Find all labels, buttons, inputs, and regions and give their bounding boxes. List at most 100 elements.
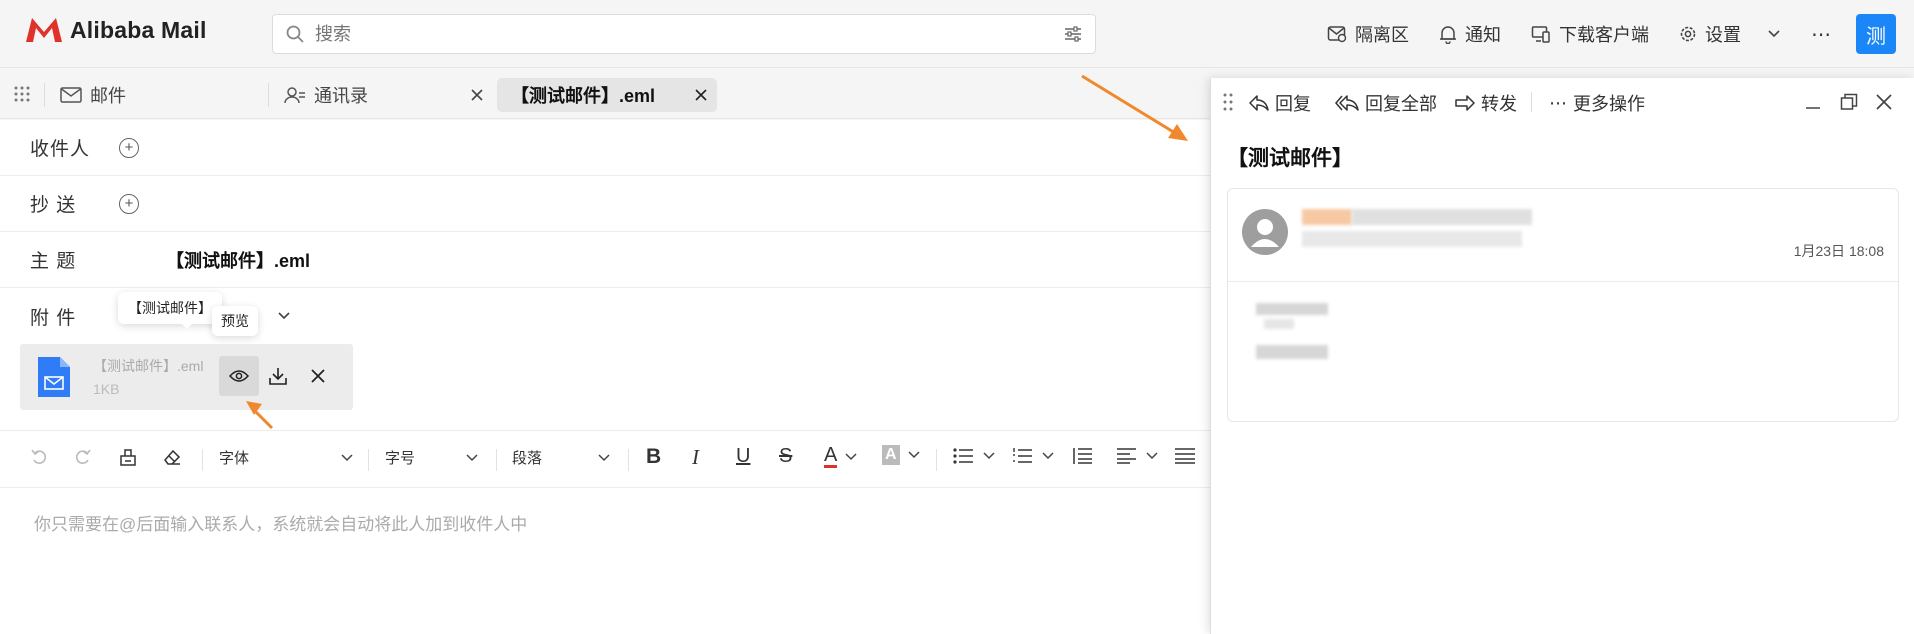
logo[interactable]: Alibaba Mail bbox=[24, 16, 207, 44]
settings-label: 设置 bbox=[1705, 25, 1741, 45]
blurred-sender-name bbox=[1352, 209, 1532, 225]
mail-subject: 【测试邮件】 bbox=[1227, 147, 1353, 170]
tab-active-eml[interactable]: 【测试邮件】.eml bbox=[497, 78, 717, 112]
remove-attachment-icon[interactable] bbox=[310, 368, 326, 384]
toolbar-divider bbox=[936, 449, 937, 471]
card-divider bbox=[1228, 281, 1898, 282]
toolbar-divider bbox=[368, 449, 369, 471]
attachment-card[interactable]: 【测试邮件】.eml 1KB bbox=[20, 344, 353, 410]
download-icon[interactable] bbox=[268, 366, 288, 386]
mail-preview-panel: 回复 回复全部 转发 ⋯ 更多操作 【测试邮件】 1月23日 18:08 bbox=[1210, 78, 1914, 634]
tab-divider bbox=[268, 83, 269, 107]
quarantine-button[interactable]: 隔离区 bbox=[1327, 21, 1409, 47]
add-recipient-icon[interactable]: + bbox=[119, 137, 139, 158]
font-color-label: A bbox=[824, 444, 838, 468]
cc-field[interactable]: 抄 送 + bbox=[0, 176, 1210, 232]
chevron-down-icon bbox=[983, 452, 995, 460]
reply-button[interactable]: 回复 bbox=[1249, 90, 1311, 116]
align-button[interactable] bbox=[1116, 447, 1158, 465]
numbered-list-button[interactable] bbox=[1012, 447, 1054, 465]
panel-divider bbox=[1531, 92, 1532, 112]
top-actions: 隔离区 通知 下载客户端 设置 ⋯ 测 bbox=[1297, 14, 1896, 54]
forward-label: 转发 bbox=[1481, 94, 1517, 114]
subject-value[interactable]: 【测试邮件】.eml bbox=[166, 247, 310, 273]
drag-handle-icon[interactable] bbox=[1223, 93, 1233, 111]
numbered-list-icon bbox=[1013, 448, 1032, 463]
strikethrough-button[interactable]: S bbox=[779, 445, 792, 468]
alibaba-mail-logo-icon bbox=[26, 18, 62, 42]
blurred-sender-name bbox=[1302, 209, 1352, 225]
forward-button[interactable]: 转发 bbox=[1455, 90, 1517, 116]
notification-button[interactable]: 通知 bbox=[1439, 21, 1501, 47]
to-field[interactable]: 收件人 + bbox=[0, 120, 1210, 176]
search-input[interactable] bbox=[315, 23, 1063, 45]
notification-label: 通知 bbox=[1465, 25, 1501, 45]
italic-button[interactable]: I bbox=[692, 445, 699, 470]
download-client-label: 下载客户端 bbox=[1559, 25, 1649, 45]
contacts-icon bbox=[284, 87, 305, 104]
close-icon[interactable] bbox=[471, 89, 483, 101]
tab-mail-label: 邮件 bbox=[90, 86, 126, 106]
apps-grid-icon[interactable] bbox=[14, 86, 30, 102]
tab-contacts-label: 通讯录 bbox=[314, 86, 368, 106]
background-color-label: A bbox=[882, 445, 900, 465]
blurred-body-line bbox=[1256, 303, 1328, 315]
underline-button[interactable]: U bbox=[736, 445, 750, 468]
font-select[interactable]: 字体 bbox=[219, 447, 353, 468]
chevron-down-icon[interactable] bbox=[1767, 29, 1781, 39]
more-dots-icon: ⋯ bbox=[1811, 23, 1832, 46]
reply-icon bbox=[1249, 95, 1269, 111]
sender-avatar-icon[interactable] bbox=[1242, 209, 1288, 255]
chevron-down-icon[interactable] bbox=[277, 311, 291, 321]
preview-tooltip: 预览 bbox=[212, 306, 258, 336]
font-color-button[interactable]: A bbox=[824, 445, 857, 468]
bullet-list-button[interactable] bbox=[953, 447, 995, 465]
reply-label: 回复 bbox=[1275, 94, 1311, 114]
chevron-down-icon bbox=[845, 452, 857, 460]
chevron-down-icon bbox=[598, 453, 610, 461]
blurred-sender-address bbox=[1302, 231, 1522, 247]
search-box[interactable] bbox=[272, 14, 1096, 54]
reply-all-button[interactable]: 回复全部 bbox=[1335, 90, 1437, 116]
bullet-list-icon bbox=[953, 448, 973, 464]
settings-button[interactable]: 设置 bbox=[1679, 21, 1781, 47]
line-height-icon[interactable] bbox=[1072, 447, 1094, 465]
tab-contacts[interactable]: 通讯录 bbox=[284, 78, 368, 112]
devices-icon bbox=[1531, 26, 1550, 43]
background-color-button[interactable]: A bbox=[882, 445, 920, 465]
tab-divider bbox=[44, 83, 45, 107]
download-client-button[interactable]: 下载客户端 bbox=[1531, 21, 1649, 47]
filter-sliders-icon[interactable] bbox=[1063, 25, 1083, 43]
font-select-label: 字体 bbox=[219, 450, 250, 467]
toolbar-divider bbox=[628, 449, 629, 471]
subject-field[interactable]: 主 题 【测试邮件】.eml bbox=[0, 232, 1210, 288]
redo-icon[interactable] bbox=[74, 447, 92, 465]
tab-mail[interactable]: 邮件 bbox=[60, 78, 126, 112]
bell-icon bbox=[1440, 26, 1456, 44]
user-avatar[interactable]: 测 bbox=[1856, 14, 1896, 54]
body-editor-placeholder[interactable]: 你只需要在@后面输入联系人，系统就会自动将此人加到收件人中 bbox=[34, 510, 527, 535]
preview-button[interactable] bbox=[219, 356, 259, 396]
format-painter-icon[interactable] bbox=[118, 447, 138, 467]
quarantine-label: 隔离区 bbox=[1355, 25, 1409, 45]
chevron-down-icon bbox=[1146, 452, 1158, 460]
blurred-body-line bbox=[1256, 345, 1328, 359]
minimize-icon[interactable] bbox=[1805, 94, 1821, 110]
restore-window-icon[interactable] bbox=[1840, 93, 1858, 111]
add-cc-icon[interactable]: + bbox=[119, 193, 139, 214]
undo-icon[interactable] bbox=[30, 447, 48, 465]
eml-file-icon bbox=[38, 357, 70, 397]
close-icon[interactable] bbox=[695, 89, 707, 101]
more-button[interactable]: ⋯ bbox=[1811, 22, 1832, 47]
to-label: 收件人 bbox=[30, 139, 91, 160]
eraser-icon[interactable] bbox=[162, 447, 182, 467]
attachment-size: 1KB bbox=[93, 381, 120, 397]
eye-icon bbox=[229, 370, 249, 382]
more-actions-button[interactable]: ⋯ 更多操作 bbox=[1549, 90, 1645, 116]
paragraph-select[interactable]: 段落 bbox=[512, 447, 610, 468]
bold-button[interactable]: B bbox=[646, 445, 661, 469]
size-select[interactable]: 字号 bbox=[385, 447, 478, 468]
justify-icon[interactable] bbox=[1174, 447, 1196, 465]
close-icon[interactable] bbox=[1876, 94, 1892, 110]
chevron-down-icon bbox=[908, 451, 920, 459]
